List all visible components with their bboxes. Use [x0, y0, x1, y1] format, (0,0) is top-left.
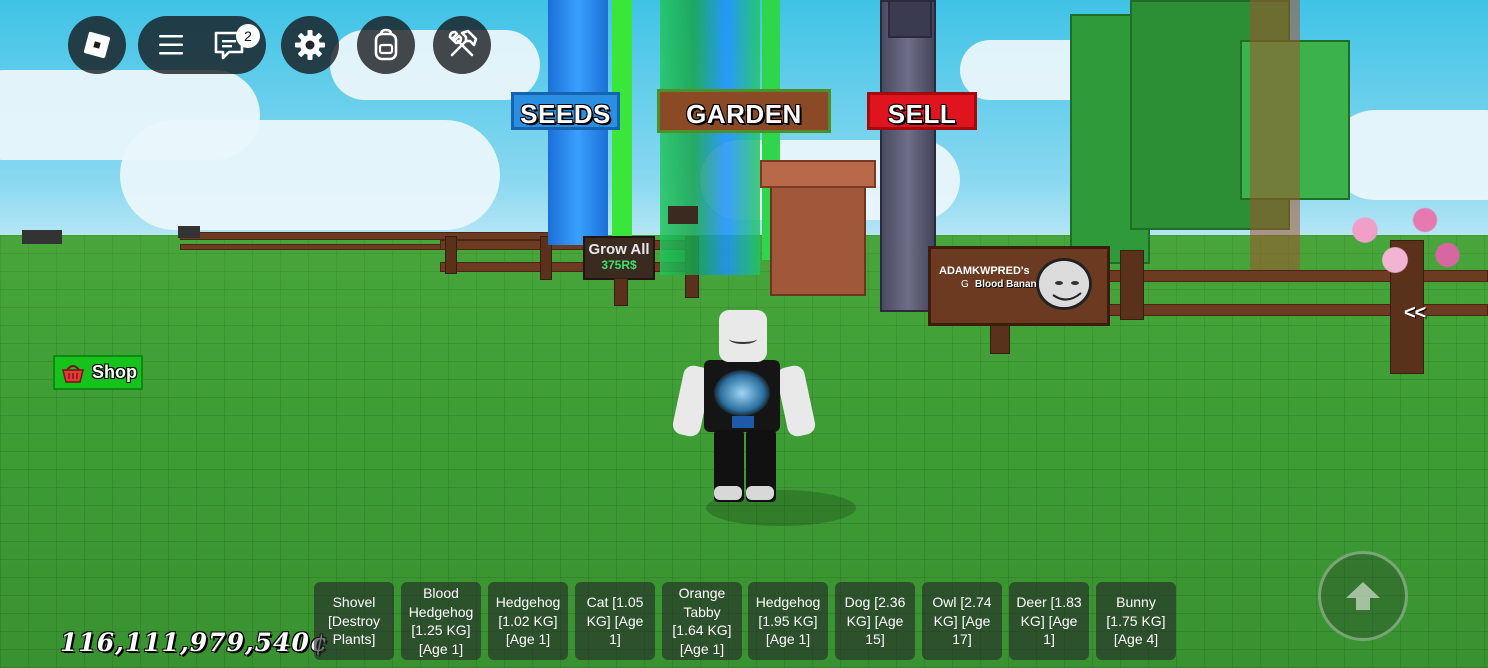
backpack-button[interactable] — [357, 16, 415, 74]
tools-button[interactable] — [433, 16, 491, 74]
avatar-left-shoe — [714, 486, 742, 500]
cloud — [120, 120, 500, 230]
fence-post — [445, 236, 457, 274]
avatar-right-shoe — [746, 486, 774, 500]
side-panel-toggle[interactable]: << — [1404, 302, 1426, 325]
sheckles-balance: 116,111,979,540¢ — [60, 628, 329, 657]
settings-button[interactable] — [281, 16, 339, 74]
garden-pillar — [660, 0, 760, 275]
distant-sign — [22, 230, 62, 244]
avatar-right-arm — [775, 363, 817, 439]
hotbar-slot-pet[interactable]: Owl [2.74 KG] [Age 17] — [922, 582, 1002, 660]
distant-sign — [178, 226, 200, 238]
jump-button[interactable] — [1318, 551, 1408, 641]
roblox-logo-icon — [83, 31, 111, 59]
fence — [180, 232, 550, 240]
chat-unread-badge: 2 — [236, 24, 260, 48]
shop-button[interactable]: Shop — [53, 355, 143, 390]
roblox-menu-button[interactable] — [68, 16, 126, 74]
cloud — [1330, 110, 1488, 200]
hotbar-slot-shovel[interactable]: Shovel [Destroy Plants] — [314, 582, 394, 660]
hotbar-slot-pet[interactable]: Hedgehog [1.95 KG] [Age 1] — [748, 582, 828, 660]
hamburger-menu-icon — [159, 35, 183, 55]
plot-owner-name: ADAMKWPRED's — [939, 265, 1030, 277]
avatar-smile — [729, 334, 757, 344]
menu-chat-group: 2 — [138, 16, 266, 74]
sell-tower-top — [888, 0, 932, 38]
pet-nametag: Blood Banana — [975, 279, 1043, 290]
flower-bush — [1320, 190, 1470, 290]
gazebo-roof — [760, 160, 876, 188]
menu-button[interactable] — [156, 31, 186, 59]
gazebo — [770, 178, 866, 296]
plot-owner-name-line2: G — [961, 279, 969, 290]
hotbar-slot-pet[interactable]: Hedgehog [1.02 KG] [Age 1] — [488, 582, 568, 660]
hotbar-slot-pet[interactable]: Deer [1.83 KG] [Age 1] — [1009, 582, 1089, 660]
basket-icon — [62, 364, 84, 383]
fence-post — [1120, 250, 1144, 320]
gear-icon — [295, 30, 325, 60]
shop-label: Shop — [92, 362, 137, 382]
hotbar-slot-pet[interactable]: Blood Hedgehog [1.25 KG] [Age 1] — [401, 582, 481, 660]
tree-trunk — [1250, 0, 1300, 280]
sign-post — [614, 278, 628, 306]
jump-arrow-icon — [1346, 582, 1380, 610]
hotbar-slot-pet[interactable]: Dog [2.36 KG] [Age 15] — [835, 582, 915, 660]
tools-icon — [448, 29, 478, 57]
hotbar-slot-pet[interactable]: Cat [1.05 KG] [Age 1] — [575, 582, 655, 660]
grow-all-price: 375R$ — [601, 258, 637, 272]
avatar-head — [719, 310, 767, 362]
hotbar-slot-pet[interactable]: Orange Tabby [1.64 KG] [Age 1] — [662, 582, 742, 660]
hotbar-slot-pet[interactable]: Bunny [1.75 KG] [Age 4] — [1096, 582, 1176, 660]
owner-avatar — [1036, 258, 1092, 310]
avatar-belt — [732, 416, 754, 428]
grow-all-sign[interactable]: Grow All 375R$ — [583, 236, 655, 280]
distant-sign — [668, 206, 698, 224]
grow-all-title: Grow All — [588, 241, 650, 258]
garden-stand-sign: GARDEN — [657, 89, 831, 133]
player-avatar — [671, 310, 856, 526]
sell-stand-sign: SELL — [867, 92, 977, 130]
backpack-icon — [374, 28, 398, 61]
seeds-stand-sign: SEEDS — [511, 92, 620, 130]
